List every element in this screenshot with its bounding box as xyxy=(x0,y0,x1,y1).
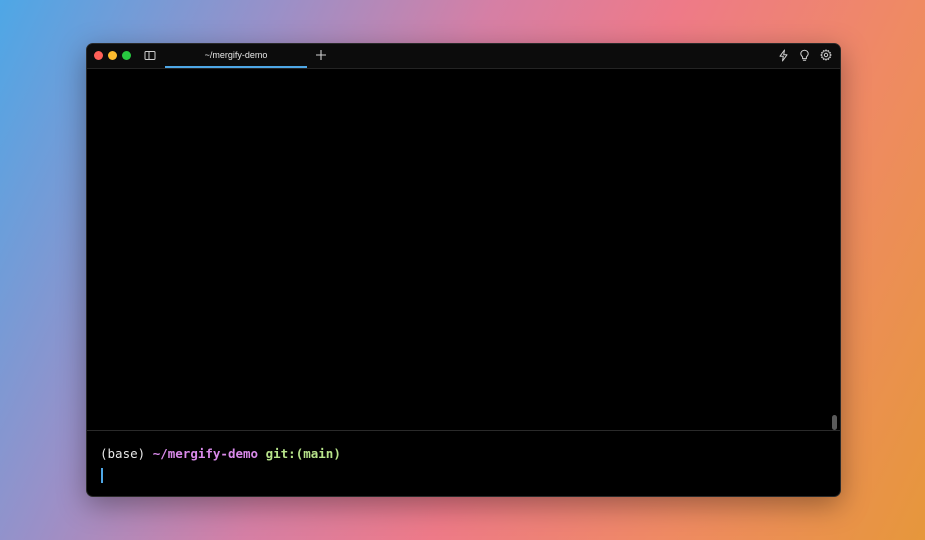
terminal-output-area[interactable] xyxy=(87,69,840,430)
text-cursor[interactable] xyxy=(101,468,103,483)
minimize-window-button[interactable] xyxy=(108,51,117,60)
terminal-window: ~/mergify-demo (base) ~/mergify-demo git… xyxy=(86,43,841,497)
git-prefix: git: xyxy=(265,446,296,461)
lightbulb-icon[interactable] xyxy=(799,49,810,62)
sidebar-panel-icon[interactable] xyxy=(144,50,156,61)
maximize-window-button[interactable] xyxy=(122,51,131,60)
git-branch: (main) xyxy=(295,446,341,461)
scrollbar-thumb[interactable] xyxy=(832,415,837,430)
current-directory: ~/mergify-demo xyxy=(152,446,259,461)
shell-prompt: (base) ~/mergify-demo git:(main) xyxy=(100,446,341,461)
title-bar: ~/mergify-demo xyxy=(87,44,840,69)
tab-title: ~/mergify-demo xyxy=(204,50,268,60)
input-divider xyxy=(87,430,840,431)
gear-icon[interactable] xyxy=(820,49,832,61)
conda-env-label: (base) xyxy=(100,446,146,461)
tab-mergify-demo[interactable]: ~/mergify-demo xyxy=(165,44,307,68)
new-tab-button[interactable] xyxy=(315,49,327,61)
close-window-button[interactable] xyxy=(94,51,103,60)
bolt-icon[interactable] xyxy=(778,49,789,62)
